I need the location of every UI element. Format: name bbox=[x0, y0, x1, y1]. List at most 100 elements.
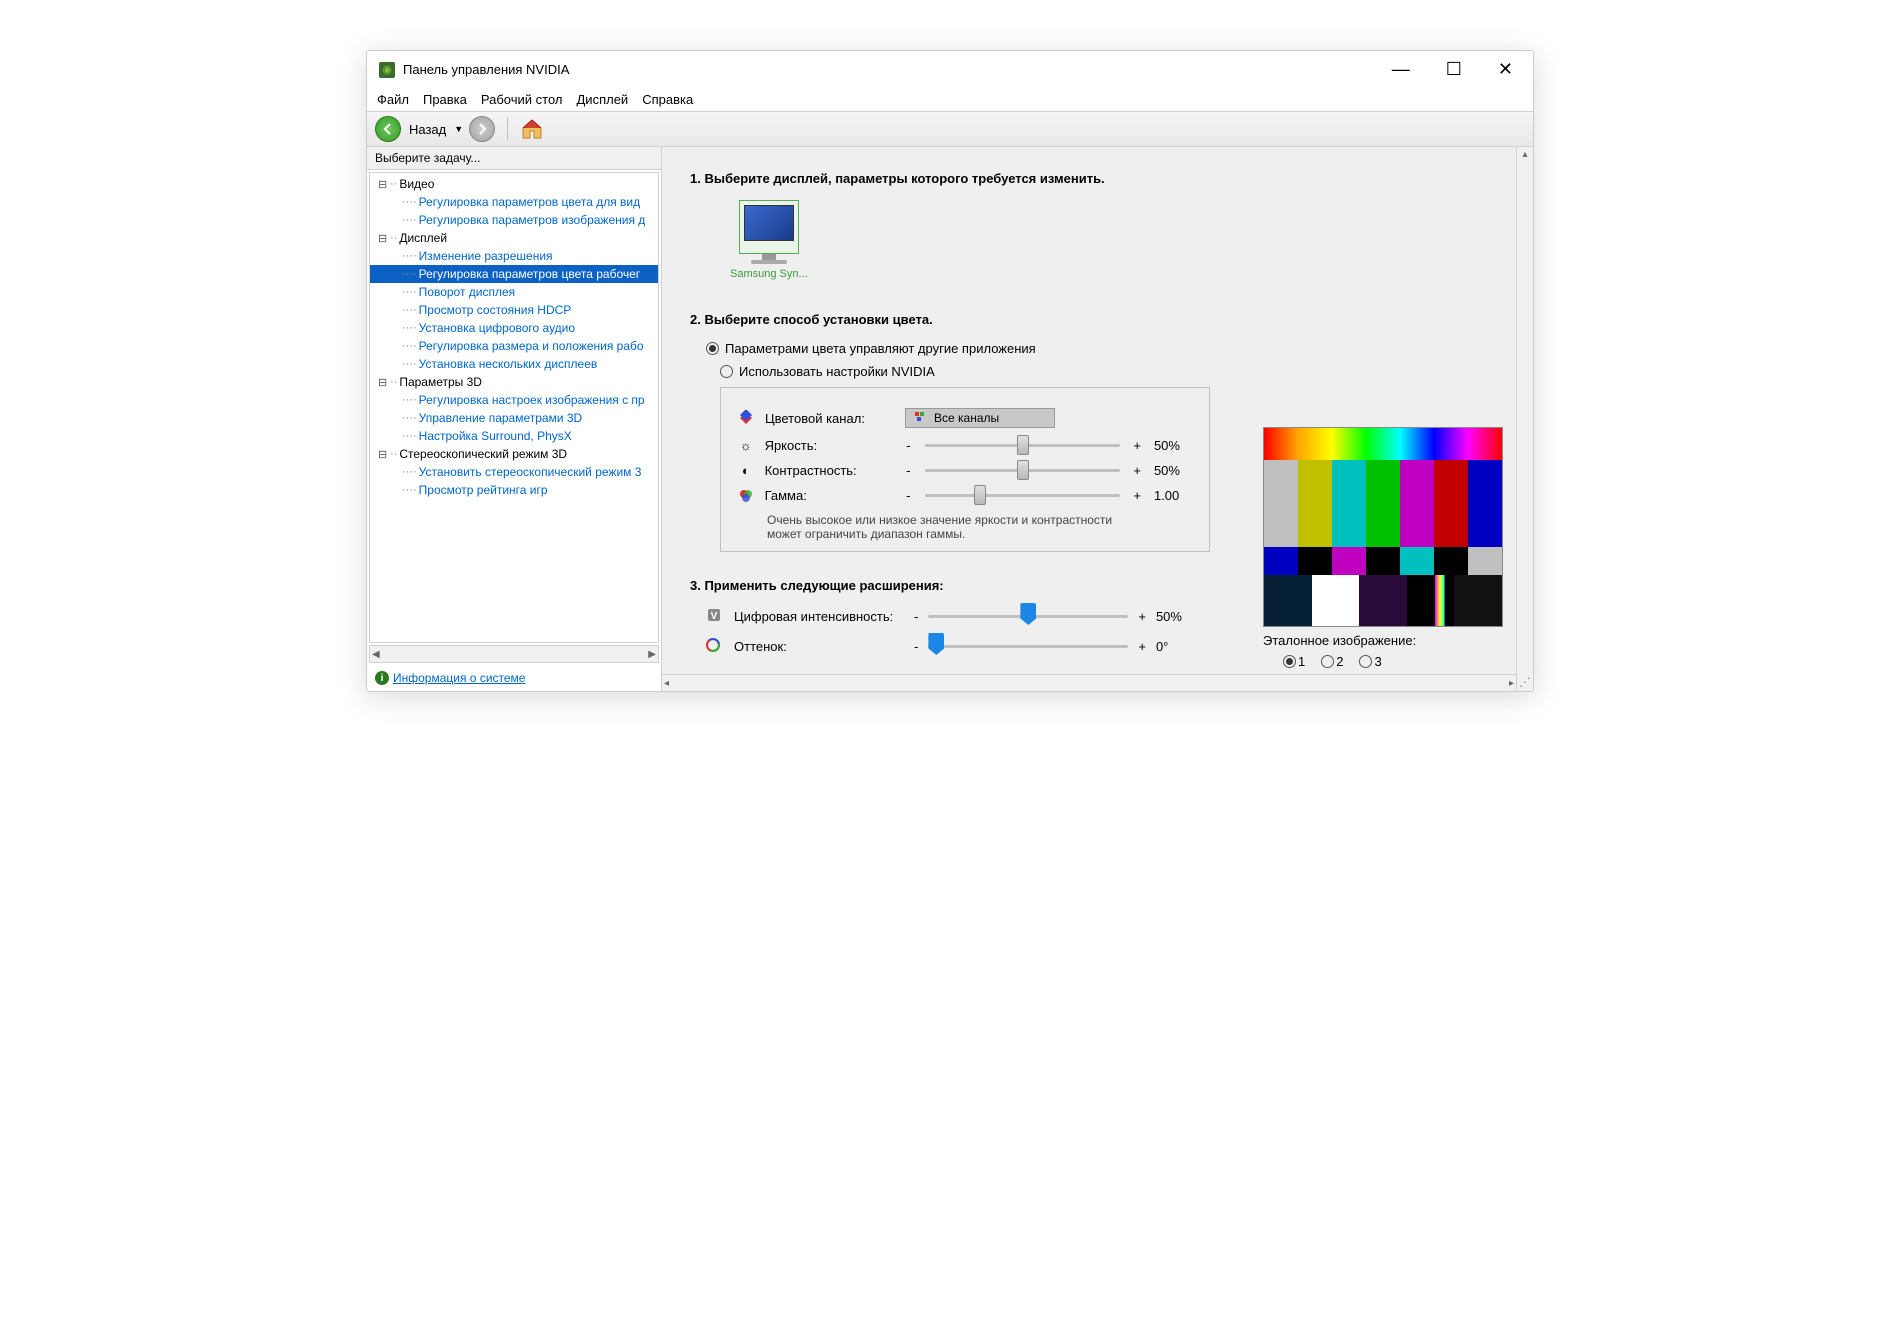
minus-label: - bbox=[901, 463, 915, 478]
contrast-row: ◐ Контрастность: - + 50% bbox=[737, 463, 1193, 478]
hue-icon bbox=[706, 638, 724, 655]
color-bars-preview bbox=[1263, 427, 1503, 627]
home-icon[interactable] bbox=[520, 117, 544, 141]
tree-item[interactable]: ····Поворот дисплея bbox=[370, 283, 658, 301]
brightness-label: Яркость: bbox=[765, 438, 892, 453]
tree-category[interactable]: ⊟··Видео bbox=[370, 175, 658, 193]
tree-item[interactable]: ····Установить стереоскопический режим 3 bbox=[370, 463, 658, 481]
reference-label: Эталонное изображение: bbox=[1263, 633, 1503, 648]
vibrance-slider[interactable] bbox=[928, 615, 1128, 618]
menu-edit[interactable]: Правка bbox=[423, 92, 467, 107]
vibrance-label: Цифровая интенсивность: bbox=[734, 609, 904, 624]
tree-item[interactable]: ····Изменение разрешения bbox=[370, 247, 658, 265]
minus-label: - bbox=[901, 488, 915, 503]
hue-value: 0° bbox=[1156, 639, 1168, 654]
color-settings-box: Цветовой канал: Все каналы ☼ Яркость: - … bbox=[720, 387, 1210, 552]
radio-nvidia-settings[interactable]: Использовать настройки NVIDIA bbox=[720, 364, 1485, 379]
gamma-note: Очень высокое или низкое значение яркост… bbox=[767, 513, 1147, 541]
resize-grip-icon[interactable]: ⋰ bbox=[1519, 675, 1531, 689]
tree-item[interactable]: ····Управление параметрами 3D bbox=[370, 409, 658, 427]
svg-text:V: V bbox=[711, 611, 718, 622]
step2-title: 2. Выберите способ установки цвета. bbox=[690, 312, 1485, 327]
color-channel-label: Цветовой канал: bbox=[765, 411, 895, 426]
menu-help[interactable]: Справка bbox=[642, 92, 693, 107]
tree-item[interactable]: ····Просмотр состояния HDCP bbox=[370, 301, 658, 319]
tree-item[interactable]: ····Регулировка размера и положения рабо bbox=[370, 337, 658, 355]
main-panel: 1. Выберите дисплей, параметры которого … bbox=[662, 147, 1533, 691]
minus-label: - bbox=[914, 609, 918, 624]
gamma-icon bbox=[737, 489, 755, 503]
brightness-slider[interactable] bbox=[925, 444, 1120, 447]
menu-file[interactable]: Файл bbox=[377, 92, 409, 107]
nvidia-control-panel-window: ◉ Панель управления NVIDIA — ☐ ✕ Файл Пр… bbox=[366, 50, 1534, 692]
tree-item[interactable]: ····Регулировка настроек изображения с п… bbox=[370, 391, 658, 409]
window-controls: — ☐ ✕ bbox=[1384, 59, 1521, 80]
titlebar: ◉ Панель управления NVIDIA — ☐ ✕ bbox=[367, 51, 1533, 88]
menu-desktop[interactable]: Рабочий стол bbox=[481, 92, 563, 107]
radio-icon bbox=[706, 342, 719, 355]
brightness-row: ☼ Яркость: - + 50% bbox=[737, 438, 1193, 453]
close-button[interactable]: ✕ bbox=[1490, 59, 1521, 80]
minus-label: - bbox=[914, 639, 918, 654]
tree-item[interactable]: ····Просмотр рейтинга игр bbox=[370, 481, 658, 499]
info-icon: i bbox=[375, 671, 389, 685]
contrast-label: Контрастность: bbox=[765, 463, 892, 478]
radio-other-label: Параметрами цвета управляют другие прило… bbox=[725, 341, 1036, 356]
system-info-link[interactable]: i Информация о системе bbox=[367, 665, 661, 691]
main-scrollbar-horizontal[interactable]: ◂▸ bbox=[662, 674, 1516, 691]
plus-label: + bbox=[1130, 463, 1144, 478]
system-info-label: Информация о системе bbox=[393, 671, 525, 685]
hue-slider[interactable] bbox=[928, 645, 1128, 648]
gamma-slider[interactable] bbox=[925, 494, 1120, 497]
back-button[interactable] bbox=[375, 116, 401, 142]
brightness-icon: ☼ bbox=[737, 438, 755, 453]
plus-label: + bbox=[1138, 609, 1146, 624]
reference-radio-1[interactable]: 1 bbox=[1283, 654, 1305, 669]
vibrance-value: 50% bbox=[1156, 609, 1182, 624]
color-channel-dropdown[interactable]: Все каналы bbox=[905, 408, 1055, 428]
step1-title: 1. Выберите дисплей, параметры которого … bbox=[690, 171, 1485, 186]
color-channel-value: Все каналы bbox=[934, 411, 999, 425]
reference-radio-3[interactable]: 3 bbox=[1359, 654, 1381, 669]
contrast-slider[interactable] bbox=[925, 469, 1120, 472]
gamma-row: Гамма: - + 1.00 bbox=[737, 488, 1193, 503]
main-scrollbar-vertical[interactable]: ▴ bbox=[1516, 147, 1533, 691]
reference-image-block: Эталонное изображение: 1 2 3 bbox=[1263, 427, 1503, 669]
toolbar: Назад ▼ bbox=[367, 111, 1533, 147]
sidebar-header: Выберите задачу... bbox=[367, 147, 661, 170]
forward-button[interactable] bbox=[469, 116, 495, 142]
display-name: Samsung Syn... bbox=[730, 268, 808, 280]
window-title: Панель управления NVIDIA bbox=[403, 62, 569, 77]
tree-item[interactable]: ····Установка цифрового аудио bbox=[370, 319, 658, 337]
tree-category[interactable]: ⊟··Параметры 3D bbox=[370, 373, 658, 391]
gamma-value: 1.00 bbox=[1154, 488, 1193, 503]
minimize-button[interactable]: — bbox=[1384, 59, 1418, 80]
tree-category[interactable]: ⊟··Стереоскопический режим 3D bbox=[370, 445, 658, 463]
menubar: Файл Правка Рабочий стол Дисплей Справка bbox=[367, 88, 1533, 111]
vibrance-icon: V bbox=[706, 607, 724, 626]
menu-display[interactable]: Дисплей bbox=[577, 92, 629, 107]
radio-other-apps[interactable]: Параметрами цвета управляют другие прило… bbox=[706, 341, 1485, 356]
tree-item[interactable]: ····Регулировка параметров изображения д bbox=[370, 211, 658, 229]
tree-category[interactable]: ⊟··Дисплей bbox=[370, 229, 658, 247]
gamma-label: Гамма: bbox=[765, 488, 892, 503]
task-tree[interactable]: ⊟··Видео····Регулировка параметров цвета… bbox=[369, 172, 659, 643]
display-selector[interactable]: Samsung Syn... bbox=[730, 200, 808, 280]
radio-icon bbox=[720, 365, 733, 378]
tree-item[interactable]: ····Настройка Surround, PhysX bbox=[370, 427, 658, 445]
plus-label: + bbox=[1130, 488, 1144, 503]
color-channel-icon bbox=[737, 410, 755, 426]
tree-item[interactable]: ····Регулировка параметров цвета для вид bbox=[370, 193, 658, 211]
reference-radios: 1 2 3 bbox=[1283, 654, 1503, 669]
contrast-value: 50% bbox=[1154, 463, 1193, 478]
sidebar-scrollbar-horizontal[interactable]: ◀▶ bbox=[369, 645, 659, 663]
tree-item[interactable]: ····Регулировка параметров цвета рабочег bbox=[370, 265, 658, 283]
nvidia-icon: ◉ bbox=[379, 62, 395, 78]
contrast-icon: ◐ bbox=[737, 463, 755, 478]
minus-label: - bbox=[901, 438, 915, 453]
hue-label: Оттенок: bbox=[734, 639, 904, 654]
reference-radio-2[interactable]: 2 bbox=[1321, 654, 1343, 669]
maximize-button[interactable]: ☐ bbox=[1438, 59, 1470, 80]
tree-item[interactable]: ····Установка нескольких дисплеев bbox=[370, 355, 658, 373]
back-dropdown-icon[interactable]: ▼ bbox=[454, 124, 463, 134]
